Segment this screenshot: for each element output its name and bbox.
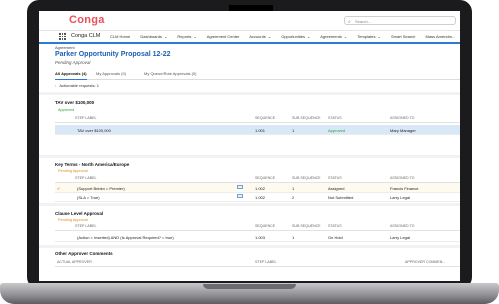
step-label: (Action = Inserted) AND (Is Approval Req… [77, 234, 174, 240]
nav-items: CLM Home Dashboards ⌄ Reports ⌄ Agreement … [110, 34, 460, 39]
sub-sequence: 1 [292, 185, 295, 191]
step-label: (Support Bnbkn = Premier) [77, 185, 125, 191]
laptop-base [0, 283, 499, 304]
screen: Conga ⌕ Search... Conga CLM CLM Home Das… [39, 11, 460, 281]
nav-item-accounts[interactable]: Accounts [249, 34, 265, 39]
chevron-down-icon[interactable]: ⌄ [193, 34, 196, 39]
col-sub-sequence: SUB SEQUENCE [292, 176, 321, 180]
col-sequence: SEQUENCE [255, 116, 276, 120]
status-badge: Assigned [328, 185, 345, 191]
col-sub-sequence: SUB SEQUENCE [292, 116, 321, 120]
chevron-down-icon[interactable]: ⌄ [164, 34, 167, 39]
section-divider [39, 245, 460, 248]
actionable-requests-label: Actionable requests: 1 [59, 83, 99, 88]
table-row[interactable]: (Action = Inserted) AND (Is Approval Req… [55, 232, 460, 242]
comments-table-header: ACTUAL APPROVER STEP LABEL APPROVER COMM… [55, 260, 460, 267]
section-divider [39, 203, 460, 206]
approval-status: Pending Approval [55, 60, 91, 65]
tab-all-approvals[interactable]: All Approvals (4) [55, 71, 87, 80]
col-status: STATUS [328, 176, 342, 180]
table-header: STEP LABEL SEQUENCE SUB SEQUENCE STATUS … [55, 224, 460, 231]
chevron-right-icon: › [55, 83, 57, 88]
table-row[interactable]: TAV over $100,000 1.001 1 Approved Mary … [55, 125, 460, 135]
tab-my-queue-role-approvals[interactable]: My Queue/Role Approvals (0) [144, 71, 196, 76]
conga-logo[interactable]: Conga [69, 14, 105, 26]
col-sequence: SEQUENCE [255, 176, 276, 180]
global-search-input[interactable]: ⌕ Search... [344, 16, 456, 25]
section-divider [39, 92, 460, 95]
nav-item-clm-home[interactable]: CLM Home [110, 34, 130, 39]
section-title: Other Approver Comments [55, 251, 113, 256]
sub-sequence: 2 [292, 194, 295, 200]
table-header: STEP LABEL SEQUENCE SUB SEQUENCE STATUS … [55, 176, 460, 183]
col-status: STATUS [328, 116, 342, 120]
tab-my-approvals[interactable]: My Approvals (0) [96, 71, 126, 76]
chevron-down-icon[interactable]: ⌄ [307, 34, 310, 39]
comment-icon[interactable] [237, 185, 243, 189]
section-title: Key Terms - North America/Europe [55, 162, 130, 167]
col-step-label: STEP LABEL [255, 260, 277, 264]
comment-icon[interactable] [237, 194, 243, 198]
section-title: TAV over $100,000 [55, 100, 95, 105]
nav-item-reports[interactable]: Reports [177, 34, 191, 39]
nav-item-smart-search[interactable]: Smart Search [391, 34, 415, 39]
checkmark-icon: ✔ [57, 185, 61, 191]
nav-item-agreements[interactable]: Agreements [320, 34, 342, 39]
table-header: STEP LABEL SEQUENCE SUB SEQUENCE STATUS … [55, 116, 460, 123]
app-launcher-icon[interactable] [59, 33, 66, 40]
sequence: 1.002 [255, 185, 266, 191]
approval-tabs: All Approvals (4) My Approvals (0) My Qu… [55, 69, 460, 80]
status-badge: Approved [328, 127, 346, 133]
assigned-to: Francis Finance [390, 185, 419, 191]
col-actual-approver: ACTUAL APPROVER [57, 260, 92, 264]
nav-item-mass-amendments[interactable]: Mass Amendm... [426, 34, 456, 39]
col-sub-sequence: SUB SEQUENCE [292, 224, 321, 228]
sub-sequence: 1 [292, 234, 295, 240]
col-step-label: STEP LABEL [75, 224, 97, 228]
app-name: Conga CLM [71, 33, 101, 39]
laptop-groove [203, 284, 296, 289]
section-status: Pending Approval [58, 218, 88, 222]
assigned-to: Larry Legal [390, 234, 411, 240]
assigned-to: Mary Manager [390, 127, 416, 133]
col-approver-comments: APPROVER COMMEN... [405, 260, 446, 264]
section-divider [39, 155, 460, 158]
col-step-label: STEP LABEL [75, 176, 97, 180]
section-status: Pending Approval [58, 169, 88, 173]
sub-sequence: 1 [292, 127, 295, 133]
nav-item-templates[interactable]: Templates [357, 34, 375, 39]
sequence: 1.001 [255, 127, 266, 133]
nav-item-opportunities[interactable]: Opportunities [281, 34, 305, 39]
actionable-requests[interactable]: › Actionable requests: 1 [55, 83, 99, 88]
sequence: 1.003 [255, 234, 266, 240]
breadcrumb: Agreement [55, 45, 75, 50]
chevron-down-icon[interactable]: ⌄ [377, 34, 380, 39]
chevron-down-icon[interactable]: ⌄ [344, 34, 347, 39]
col-status: STATUS [328, 224, 342, 228]
col-sequence: SEQUENCE [255, 224, 276, 228]
section-title: Clause Level Approval [55, 211, 104, 216]
search-placeholder: Search... [355, 19, 372, 24]
top-bar: Conga ⌕ Search... [39, 11, 460, 31]
section-status: Approved [58, 108, 75, 112]
col-assigned-to: ASSIGNED TO [390, 176, 415, 180]
step-label: TAV over $100,000 [77, 127, 111, 133]
page-title: Parker Opportunity Proposal 12-22 [55, 51, 171, 58]
step-label: (SLA = True) [77, 194, 100, 200]
col-step-label: STEP LABEL [75, 116, 97, 120]
nav-item-agreement-center[interactable]: Agreement Center [207, 34, 240, 39]
laptop-frame: Conga ⌕ Search... Conga CLM CLM Home Das… [0, 0, 499, 304]
col-assigned-to: ASSIGNED TO [390, 224, 415, 228]
search-icon: ⌕ [348, 19, 351, 25]
table-row[interactable]: (SLA = True) 1.002 2 Not Submitted Larry… [55, 192, 460, 202]
assigned-to: Larry Legal [390, 194, 411, 200]
status-badge: On Hold [328, 234, 343, 240]
sequence: 1.002 [255, 194, 266, 200]
app-navbar: Conga CLM CLM Home Dashboards ⌄ Reports ⌄ … [39, 31, 460, 44]
col-assigned-to: ASSIGNED TO [390, 116, 415, 120]
chevron-down-icon[interactable]: ⌄ [268, 34, 271, 39]
status-badge: Not Submitted [328, 194, 354, 200]
nav-item-dashboards[interactable]: Dashboards [140, 34, 162, 39]
